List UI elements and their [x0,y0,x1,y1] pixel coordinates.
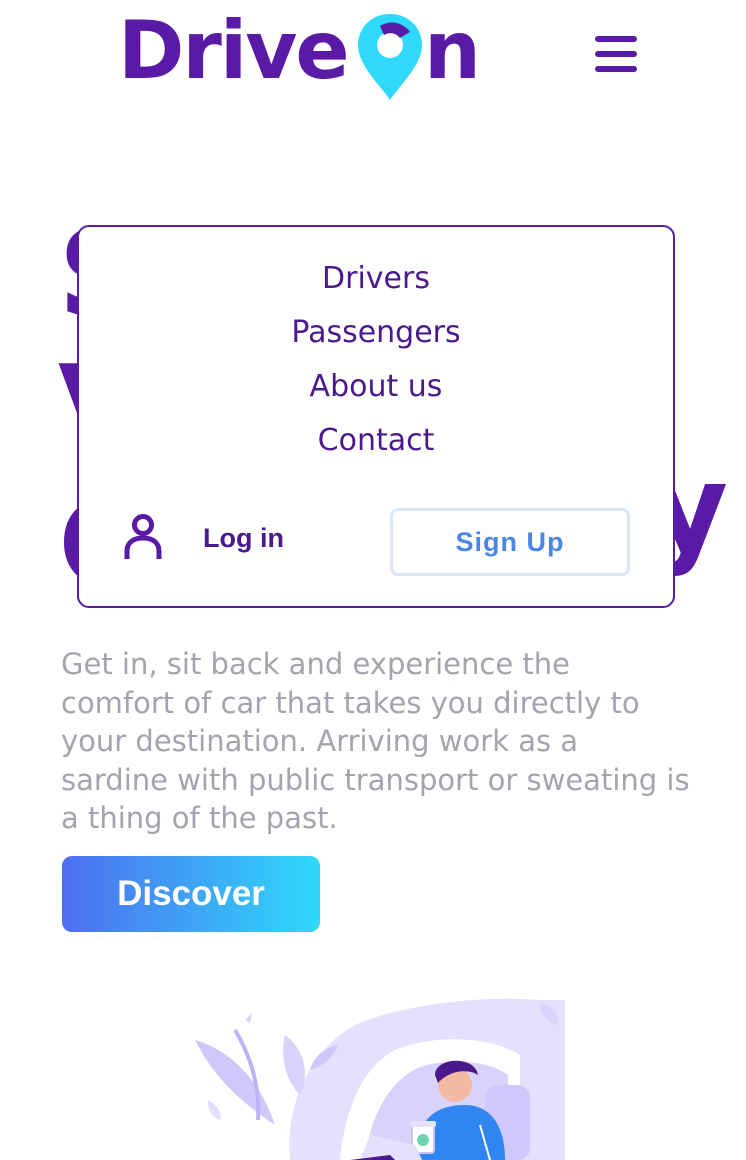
menu-item-drivers[interactable]: Drivers [79,257,673,311]
driveon-logo[interactable]: Drive n [118,0,483,105]
site-header: Drive n [0,0,746,110]
car-passenger-illustration [195,998,565,1160]
logo-text-drive: Drive [118,4,348,97]
discover-button[interactable]: Discover [62,856,320,932]
hero-description: Get in, sit back and experience the comf… [61,647,690,835]
menu-item-passengers[interactable]: Passengers [79,311,673,365]
menu-item-contact[interactable]: Contact [79,419,673,473]
location-pin-icon [358,14,422,100]
user-icon [124,514,162,559]
hamburger-line [595,36,637,42]
hamburger-line [595,51,637,57]
logo-text-n: n [424,4,479,97]
navigation-menu-popup: Drivers Passengers About us Contact Log … [77,225,675,608]
menu-item-about-us[interactable]: About us [79,365,673,419]
hamburger-menu-button[interactable] [592,34,640,74]
menu-list: Drivers Passengers About us Contact [79,257,673,473]
hamburger-line [595,66,637,72]
login-link[interactable]: Log in [203,523,284,554]
signup-button[interactable]: Sign Up [390,508,630,576]
